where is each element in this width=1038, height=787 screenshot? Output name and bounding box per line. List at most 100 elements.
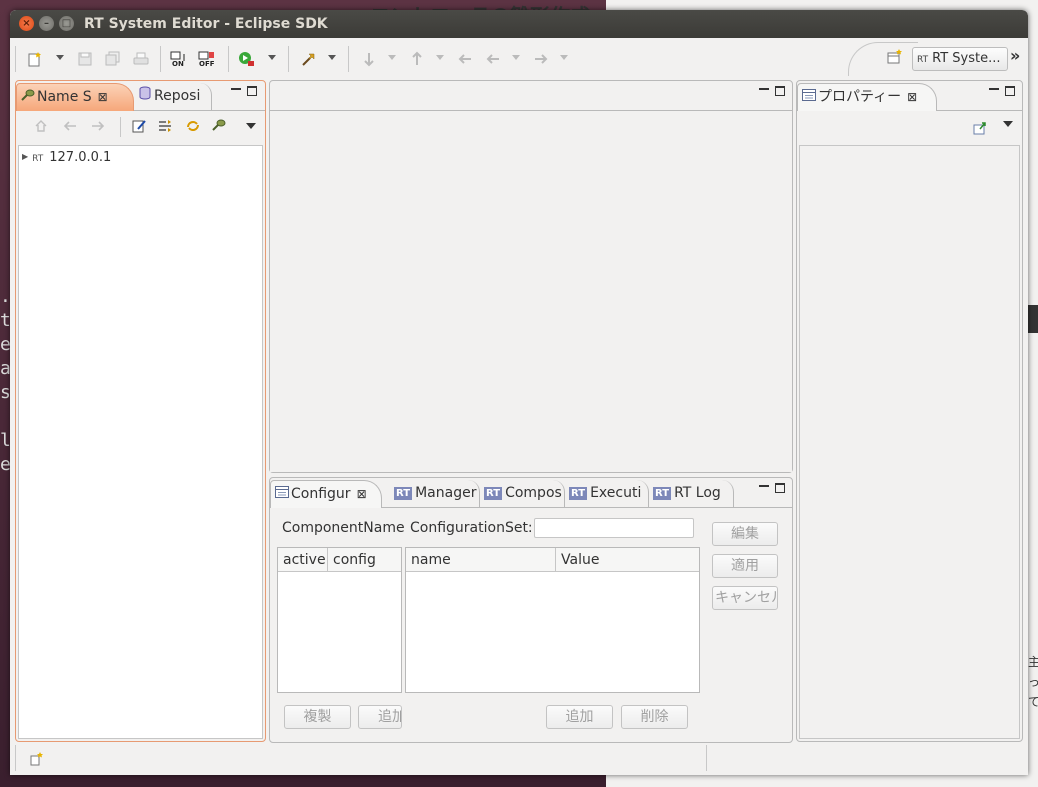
home-icon[interactable]	[34, 119, 48, 137]
run-icon[interactable]	[238, 51, 256, 67]
tab-configuration[interactable]: Configur ⊠	[270, 480, 382, 508]
minimize-view-icon[interactable]	[231, 87, 241, 90]
rt-badge-icon: RT	[394, 487, 413, 500]
rt-badge-icon: RT	[484, 487, 503, 500]
next-annotation-dropdown-arrow[interactable]	[388, 55, 396, 60]
minimize-window-button[interactable]: –	[39, 16, 54, 31]
svg-text:ON: ON	[172, 60, 184, 67]
cancel-button[interactable]: キャンセル	[712, 586, 778, 610]
toolbar-separator	[120, 117, 121, 137]
properties-content	[799, 145, 1020, 739]
close-tab-icon[interactable]: ⊠	[907, 90, 917, 104]
configuration-parameter-table[interactable]: name Value	[405, 547, 700, 693]
tab-composite[interactable]: RT Compos	[480, 480, 565, 508]
properties-view: プロパティー ⊠	[796, 80, 1023, 742]
all-off-icon[interactable]: OFF	[198, 51, 216, 68]
tab-repository[interactable]: Reposi	[134, 83, 212, 111]
title-bar: × – □ RT System Editor - Eclipse SDK	[10, 10, 1028, 38]
back-arrow-icon[interactable]	[62, 119, 78, 137]
maximize-view-icon[interactable]	[775, 483, 785, 493]
plug-icon	[21, 84, 37, 110]
background-text-line: って	[1028, 675, 1038, 709]
fast-view-icon[interactable]	[30, 752, 44, 770]
close-tab-icon[interactable]: ⊠	[98, 90, 108, 104]
forward-dropdown-arrow[interactable]	[560, 55, 568, 60]
configuration-set-table[interactable]: active config	[277, 547, 402, 693]
column-header-value[interactable]: Value	[556, 548, 699, 572]
forward-icon[interactable]	[532, 51, 550, 67]
rt-badge-icon: RT	[32, 154, 44, 164]
delete-button[interactable]: 削除	[621, 705, 688, 729]
minimize-view-icon[interactable]	[989, 87, 999, 90]
background-text-line: 主	[1028, 655, 1038, 669]
open-perspective-icon[interactable]	[886, 49, 904, 67]
main-toolbar: ON OFF RT RT Syste... »	[10, 38, 1028, 80]
view-menu-arrow[interactable]	[246, 123, 256, 129]
previous-annotation-dropdown-arrow[interactable]	[436, 55, 444, 60]
all-on-icon[interactable]: ON	[170, 51, 188, 68]
minimize-view-icon[interactable]	[759, 484, 769, 487]
status-bar	[10, 745, 1028, 775]
more-perspectives-button[interactable]: »	[1010, 46, 1020, 65]
tab-label: Reposi	[154, 88, 201, 104]
last-edit-location-icon[interactable]	[456, 51, 474, 67]
back-dropdown-arrow[interactable]	[512, 55, 520, 60]
add-parameter-button[interactable]: 追加	[546, 705, 613, 729]
tab-rt-log[interactable]: RT RT Log	[649, 480, 734, 508]
expand-arrow-icon[interactable]: ▶	[22, 152, 28, 161]
pin-to-selection-icon[interactable]	[973, 121, 987, 139]
rt-badge-icon: RT	[653, 487, 672, 500]
editor-area	[269, 80, 793, 473]
back-icon[interactable]	[484, 51, 502, 67]
maximize-view-icon[interactable]	[775, 86, 785, 96]
apply-button[interactable]: 適用	[712, 554, 778, 578]
copy-button[interactable]: 複製	[284, 705, 351, 729]
tab-name-service[interactable]: Name S ⊠	[16, 83, 134, 111]
tab-label: RT Log	[674, 485, 721, 501]
name-service-tree: ▶ RT 127.0.0.1	[18, 145, 263, 739]
column-header-active[interactable]: active	[278, 548, 328, 572]
column-header-name[interactable]: name	[406, 548, 556, 572]
tab-label: Name S	[37, 89, 92, 105]
previous-annotation-icon[interactable]	[408, 51, 426, 67]
editor-canvas[interactable]	[270, 111, 792, 472]
view-menu-arrow[interactable]	[1003, 121, 1013, 127]
tab-properties[interactable]: プロパティー ⊠	[797, 83, 937, 111]
new-file-icon[interactable]	[26, 51, 44, 67]
tab-execution-context[interactable]: RT Executi	[565, 480, 649, 508]
tab-manager[interactable]: RT Manager	[390, 480, 480, 508]
window-title: RT System Editor - Eclipse SDK	[84, 16, 328, 32]
minimize-view-icon[interactable]	[759, 87, 769, 90]
external-tools-dropdown-arrow[interactable]	[328, 55, 336, 60]
run-dropdown-arrow[interactable]	[268, 55, 276, 60]
properties-window-controls	[989, 86, 1015, 99]
close-window-button[interactable]: ×	[19, 16, 34, 31]
forward-arrow-icon[interactable]	[90, 119, 106, 137]
status-separator	[706, 745, 707, 771]
configuration-set-field[interactable]	[534, 518, 694, 538]
column-header-config[interactable]: config	[328, 548, 403, 572]
connect-name-server-icon[interactable]	[132, 119, 146, 137]
refresh-icon[interactable]	[186, 119, 200, 137]
rt-system-editor-perspective-button[interactable]: RT RT Syste...	[912, 47, 1008, 71]
edit-button[interactable]: 編集	[712, 522, 778, 546]
next-annotation-icon[interactable]	[360, 51, 378, 67]
background-dark-block	[1028, 305, 1038, 333]
external-tools-icon[interactable]	[300, 51, 318, 67]
save-all-icon[interactable]	[104, 51, 122, 67]
collapse-expand-icon[interactable]	[158, 119, 172, 137]
configuration-view: Configur ⊠ RT Manager RT Compos RT Executi R…	[269, 477, 793, 743]
maximize-view-icon[interactable]	[1005, 86, 1015, 96]
maximize-window-button[interactable]: □	[59, 16, 74, 31]
name-service-view: Name S ⊠ Reposi ▶ RT 127.0.0.1	[15, 80, 266, 742]
close-tab-icon[interactable]: ⊠	[357, 487, 367, 501]
tree-node-localhost[interactable]: ▶ RT 127.0.0.1	[22, 150, 111, 165]
background-document-text: 主って	[1028, 652, 1038, 712]
save-icon[interactable]	[76, 51, 94, 67]
svg-text:OFF: OFF	[199, 60, 215, 67]
print-icon[interactable]	[132, 51, 150, 67]
add-configuration-set-button[interactable]: 追加	[358, 705, 402, 729]
new-dropdown-arrow[interactable]	[56, 55, 64, 60]
maximize-view-icon[interactable]	[247, 86, 257, 96]
add-name-server-icon[interactable]	[212, 119, 226, 135]
